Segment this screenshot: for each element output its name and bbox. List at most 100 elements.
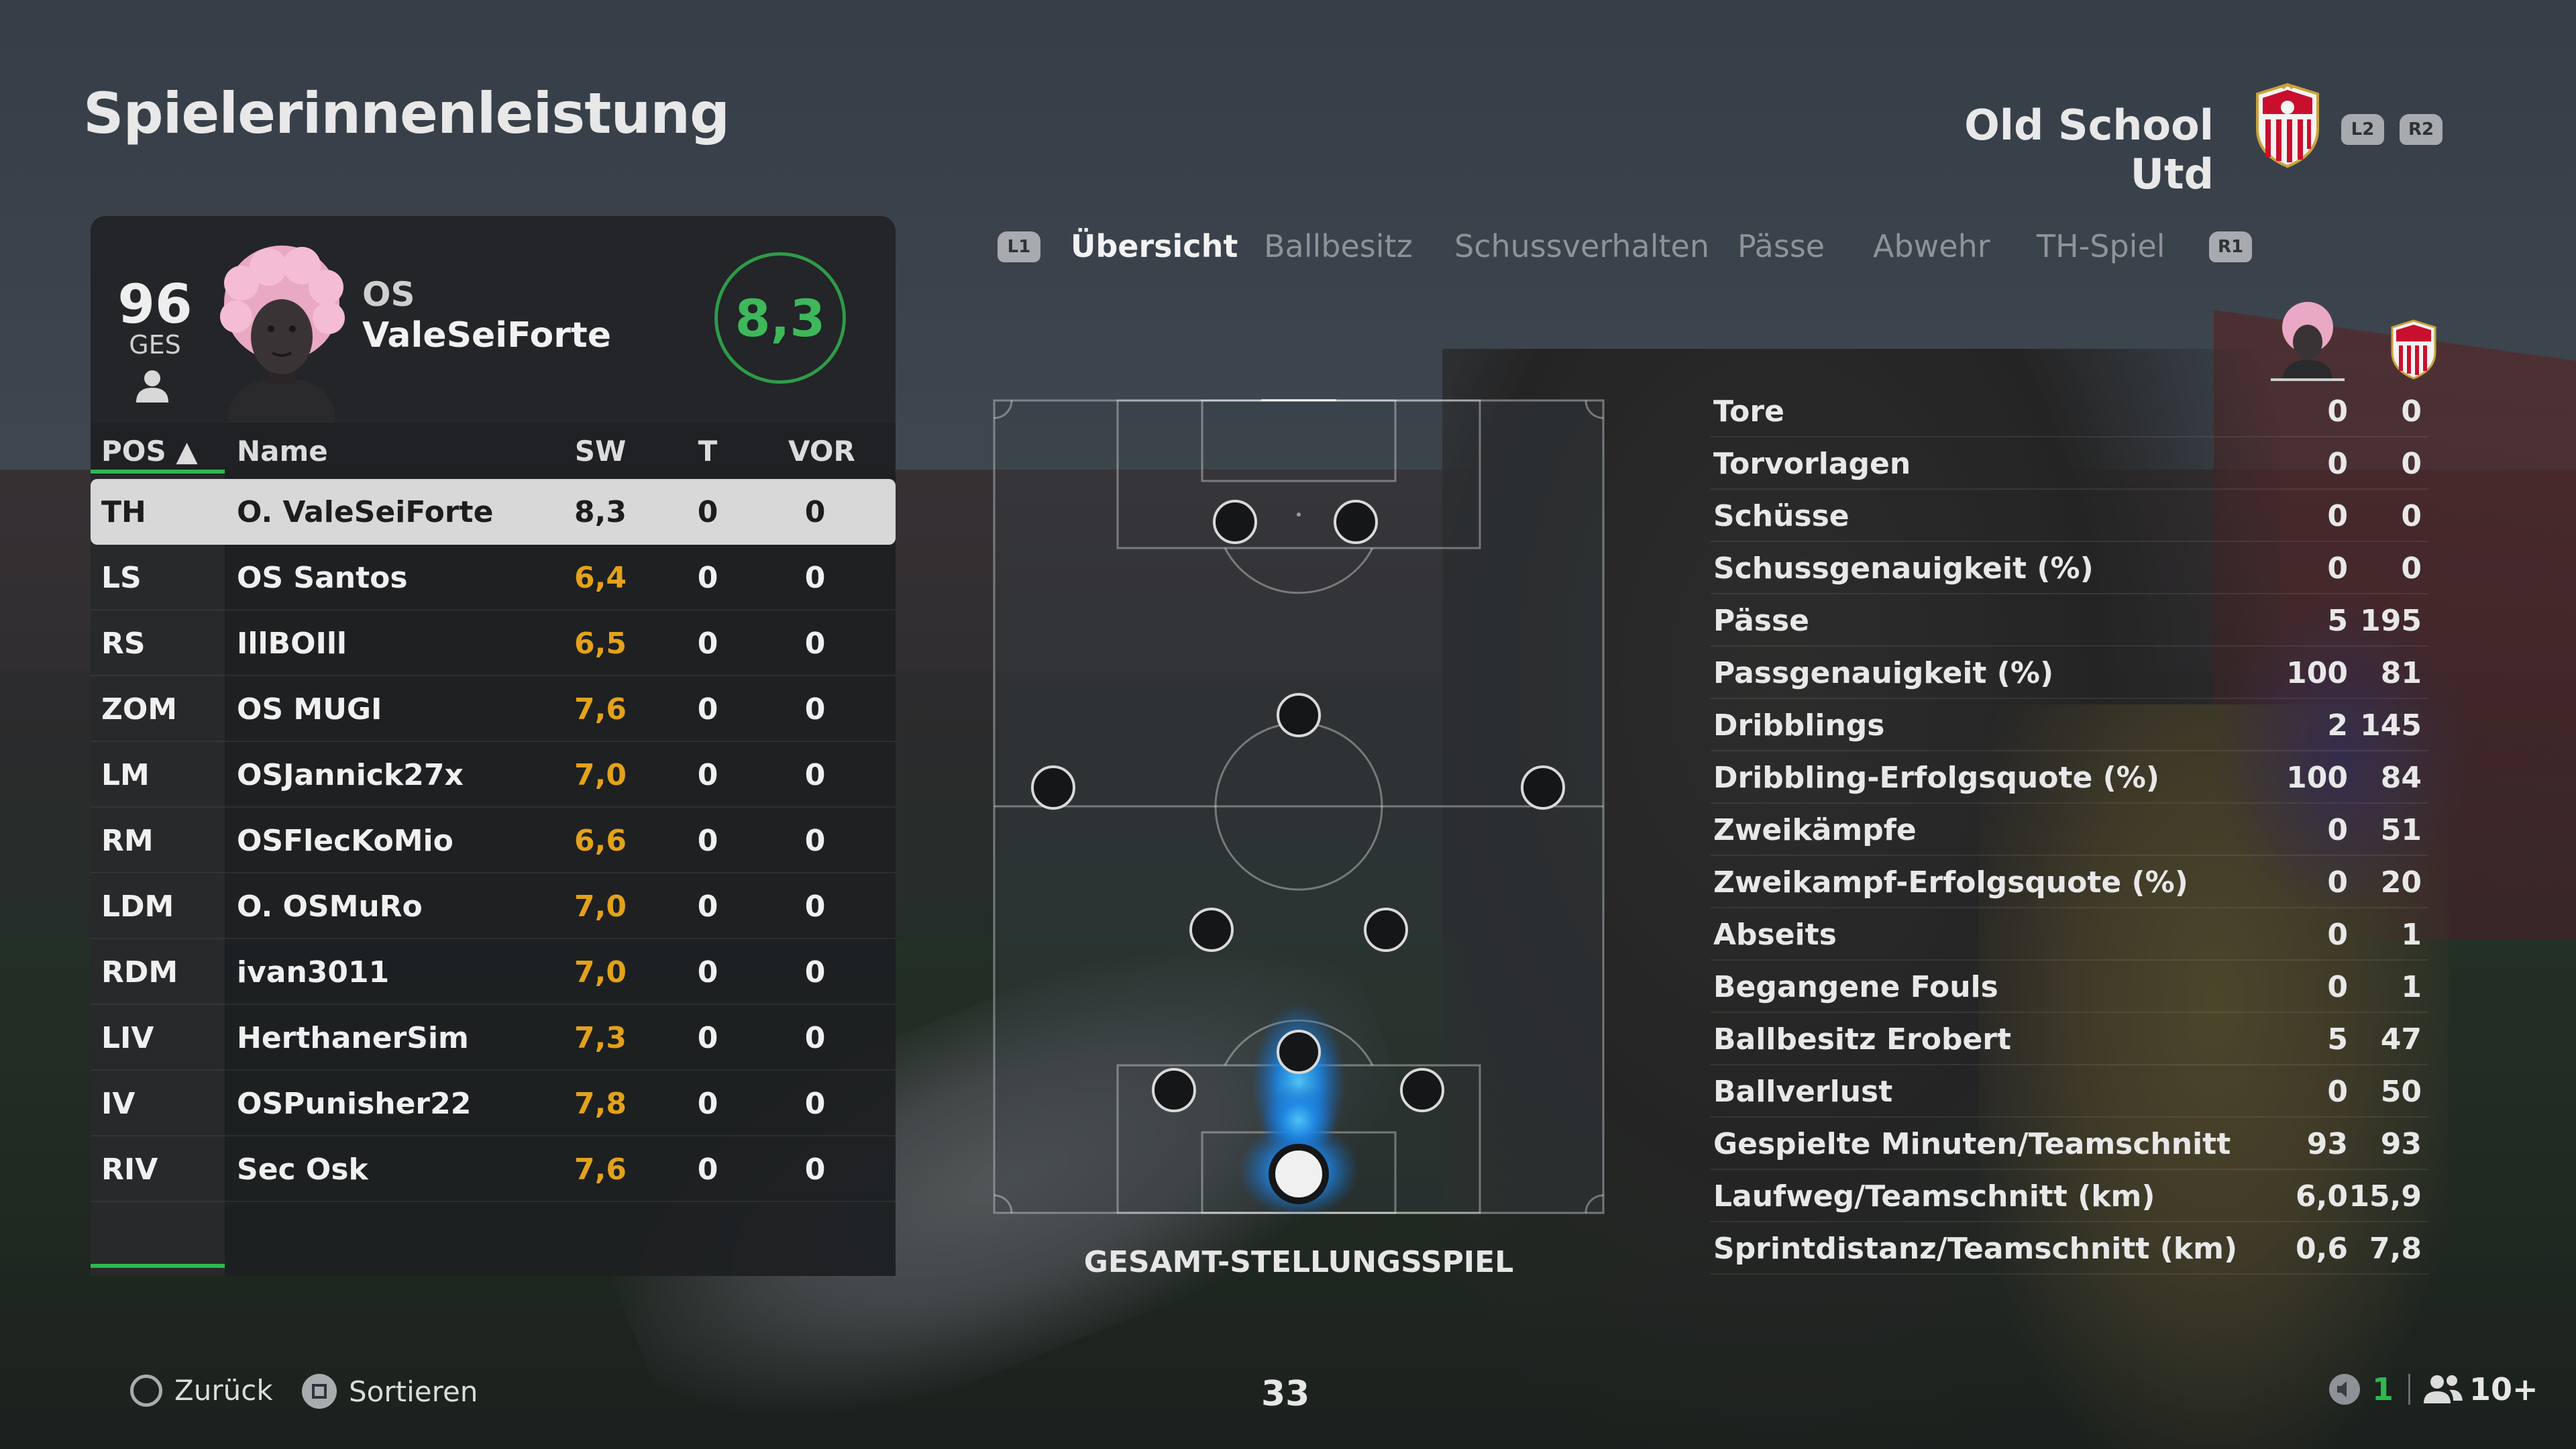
- sort-button[interactable]: Sortieren: [302, 1374, 478, 1409]
- stat-label: Dribbling-Erfolgsquote (%): [1713, 761, 2159, 795]
- row-name: IllBOIll: [237, 627, 347, 661]
- player-name-prefix: OS: [362, 275, 415, 314]
- status-indicators: 1 10+: [2328, 1371, 2538, 1407]
- stat-row: Dribbling-Erfolgsquote (%) 100 84: [1711, 750, 2428, 804]
- player-marker-ldm: [1189, 908, 1234, 952]
- stat-label: Tore: [1713, 394, 1784, 429]
- stat-label: Pässe: [1713, 604, 1809, 638]
- stat-label: Begangene Fouls: [1713, 970, 1998, 1004]
- stat-row: Ballbesitz Erobert 5 47: [1711, 1012, 2428, 1065]
- sort-indicator: [91, 470, 225, 474]
- row-name: OSJannick27x: [237, 758, 464, 792]
- player-panel: 96 GES OS ValeSeiForte 8,3 POS ▲ Name SW…: [91, 216, 896, 1276]
- tab-th-spiel[interactable]: TH-Spiel: [2037, 228, 2165, 264]
- stat-player-value: 0: [2327, 1075, 2348, 1109]
- l1-button[interactable]: L1: [998, 231, 1040, 262]
- row-goals: 0: [697, 1087, 718, 1121]
- row-goals: 0: [697, 824, 718, 858]
- row-name: ivan3011: [237, 955, 390, 989]
- row-pos: LDM: [101, 890, 174, 924]
- row-rating: 7,3: [574, 1021, 627, 1055]
- row-goals: 0: [697, 1152, 718, 1187]
- back-button[interactable]: Zurück: [130, 1374, 273, 1407]
- page-number: 33: [1261, 1374, 1310, 1414]
- stat-label: Sprintdistanz/Teamschnitt (km): [1713, 1232, 2238, 1266]
- player-marker-th-selected: [1269, 1144, 1329, 1204]
- row-pos: TH: [101, 495, 146, 529]
- row-name: O. ValeSeiForte: [237, 495, 494, 529]
- stat-player-value: 0: [2327, 813, 2348, 847]
- stat-player-value: 6,0: [2296, 1179, 2348, 1214]
- table-header: POS ▲ Name SW T VOR: [91, 423, 896, 475]
- stat-label: Ballbesitz Erobert: [1713, 1022, 2012, 1057]
- stat-team-value: 0: [2401, 499, 2422, 533]
- column-header-vor[interactable]: VOR: [788, 435, 855, 468]
- stat-team-value: 81: [2380, 656, 2422, 690]
- table-row[interactable]: RS IllBOIll 6,5 0 0: [91, 610, 896, 676]
- stat-row: Torvorlagen 0 0: [1711, 436, 2428, 490]
- column-header-sw[interactable]: SW: [560, 435, 641, 468]
- row-assists: 0: [804, 627, 826, 661]
- player-marker-lm: [1031, 765, 1075, 810]
- stat-team-value: 20: [2380, 865, 2422, 900]
- stat-player-value: 93: [2306, 1127, 2348, 1161]
- stat-row: Laufweg/Teamschnitt (km) 6,0 15,9: [1711, 1169, 2428, 1222]
- table-row[interactable]: LIV HerthanerSim 7,3 0 0: [91, 1005, 896, 1071]
- row-assists: 0: [804, 955, 826, 989]
- stat-row: Tore 0 0: [1711, 384, 2428, 437]
- stat-row: Pässe 5 195: [1711, 593, 2428, 647]
- table-row[interactable]: IV OSPunisher22 7,8 0 0: [91, 1071, 896, 1136]
- tab-schussverhalten[interactable]: Schussverhalten: [1454, 228, 1709, 264]
- table-row[interactable]: ZOM OS MUGI 7,6 0 0: [91, 676, 896, 742]
- player-avatar: [220, 246, 345, 423]
- stat-label: Laufweg/Teamschnitt (km): [1713, 1179, 2155, 1214]
- table-row[interactable]: LS OS Santos 6,4 0 0: [91, 545, 896, 610]
- match-rating-badge: 8,3: [714, 252, 846, 384]
- stat-team-value: 1: [2401, 918, 2422, 952]
- r2-button[interactable]: R2: [2400, 114, 2443, 145]
- tab-uebersicht[interactable]: Übersicht: [1071, 228, 1238, 264]
- row-rating: 7,6: [574, 692, 627, 727]
- row-goals: 0: [697, 955, 718, 989]
- column-header-t[interactable]: T: [681, 435, 735, 468]
- table-row[interactable]: RIV Sec Osk 7,6 0 0: [91, 1136, 896, 1202]
- stat-team-value: 50: [2380, 1075, 2422, 1109]
- row-rating: 7,0: [574, 955, 627, 989]
- stat-label: Gespielte Minuten/Teamschnitt: [1713, 1127, 2231, 1161]
- row-pos: RM: [101, 824, 154, 858]
- stat-row: Schussgenauigkeit (%) 0 0: [1711, 541, 2428, 594]
- row-pos: IV: [101, 1087, 136, 1121]
- column-header-pos[interactable]: POS ▲: [101, 435, 198, 468]
- tab-ballbesitz[interactable]: Ballbesitz: [1264, 228, 1413, 264]
- row-rating: 7,6: [574, 1152, 627, 1187]
- tab-paesse[interactable]: Pässe: [1737, 228, 1825, 264]
- column-header-name[interactable]: Name: [237, 435, 328, 468]
- l2-button[interactable]: L2: [2341, 114, 2384, 145]
- stat-label: Abseits: [1713, 918, 1837, 952]
- player-marker-rs: [1334, 500, 1378, 544]
- table-row[interactable]: TH O. ValeSeiForte 8,3 0 0: [91, 479, 896, 545]
- stat-player-value: 2: [2327, 708, 2348, 743]
- players-icon: [2424, 1375, 2463, 1403]
- row-name: OSFlecKoMio: [237, 824, 453, 858]
- row-assists: 0: [804, 561, 826, 595]
- row-pos: RS: [101, 627, 146, 661]
- formation-pitch: [993, 399, 1605, 1214]
- table-row[interactable]: LM OSJannick27x 7,0 0 0: [91, 742, 896, 808]
- player-marker-zom: [1277, 693, 1321, 737]
- table-row[interactable]: LDM O. OSMuRo 7,0 0 0: [91, 873, 896, 939]
- stat-team-value: 51: [2380, 813, 2422, 847]
- row-name: OSPunisher22: [237, 1087, 472, 1121]
- stat-team-value: 7,8: [2369, 1232, 2422, 1266]
- table-row[interactable]: RM OSFlecKoMio 6,6 0 0: [91, 808, 896, 873]
- pitch-caption: GESAMT-STELLUNGSSPIEL: [1083, 1245, 1514, 1279]
- tab-abwehr[interactable]: Abwehr: [1873, 228, 1990, 264]
- row-assists: 0: [804, 1087, 826, 1121]
- table-row[interactable]: RDM ivan3011 7,0 0 0: [91, 939, 896, 1005]
- stat-label: Zweikämpfe: [1713, 813, 1917, 847]
- row-rating: 6,6: [574, 824, 627, 858]
- row-rating: 7,8: [574, 1087, 627, 1121]
- stat-team-value: 145: [2360, 708, 2422, 743]
- r1-button[interactable]: R1: [2209, 231, 2252, 262]
- player-card: 96 GES OS ValeSeiForte 8,3: [91, 216, 896, 423]
